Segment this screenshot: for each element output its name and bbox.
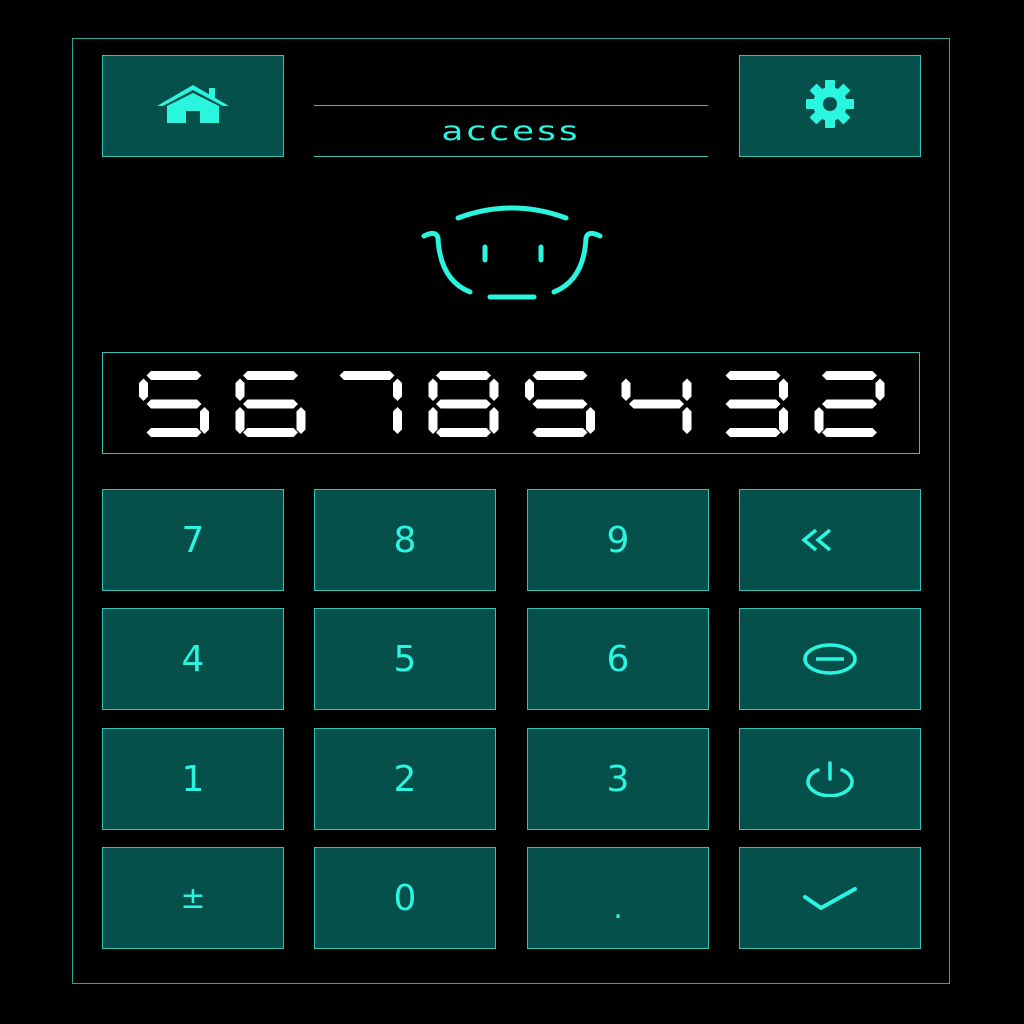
key-3[interactable]: 3 [527,728,709,830]
key-label: 2 [393,758,417,800]
display-digit [525,371,595,437]
key-label: . [613,890,623,926]
backspace-icon [800,525,860,555]
seven-segment-readout [139,371,885,437]
key-label: 8 [393,519,417,561]
settings-button[interactable] [739,55,921,157]
key-2[interactable]: 2 [314,728,496,830]
key-label: 3 [606,758,630,800]
key-4[interactable]: 4 [102,608,284,710]
check-icon [800,883,860,913]
face-icon [412,200,612,310]
key-label: 1 [181,758,205,800]
key-5[interactable]: 5 [314,608,496,710]
display-digit [428,371,499,437]
key-label: ± [180,880,206,916]
minus-circle-icon [800,642,860,676]
home-icon [153,82,233,130]
display-digit [339,371,402,434]
power-button[interactable]: power-icon [739,728,921,830]
minus-button[interactable]: minus-circle-icon [739,608,921,710]
code-display: 56785432 [102,352,920,454]
plus-minus-key[interactable]: ± [102,847,284,949]
key-label: 9 [606,519,630,561]
title-bar: access [314,105,708,157]
key-6[interactable]: 6 [527,608,709,710]
display-digit [725,371,788,437]
display-digit [621,378,692,434]
key-label: 6 [606,638,630,680]
key-1[interactable]: 1 [102,728,284,830]
home-button[interactable] [102,55,284,157]
display-digit [814,371,885,437]
key-label: 5 [393,638,417,680]
key-9[interactable]: 9 [527,489,709,591]
key-label: 0 [393,877,417,919]
backspace-button[interactable]: backspace-icon [739,489,921,591]
display-digit [139,371,209,437]
key-label: 7 [181,519,205,561]
page-title: access [441,115,581,147]
gear-icon [804,78,856,134]
display-digit [235,371,306,437]
key-label: 4 [181,638,205,680]
decimal-key[interactable]: . [527,847,709,949]
key-7[interactable]: 7 [102,489,284,591]
key-0[interactable]: 0 [314,847,496,949]
confirm-button[interactable]: check-icon [739,847,921,949]
key-8[interactable]: 8 [314,489,496,591]
power-icon [800,761,860,797]
